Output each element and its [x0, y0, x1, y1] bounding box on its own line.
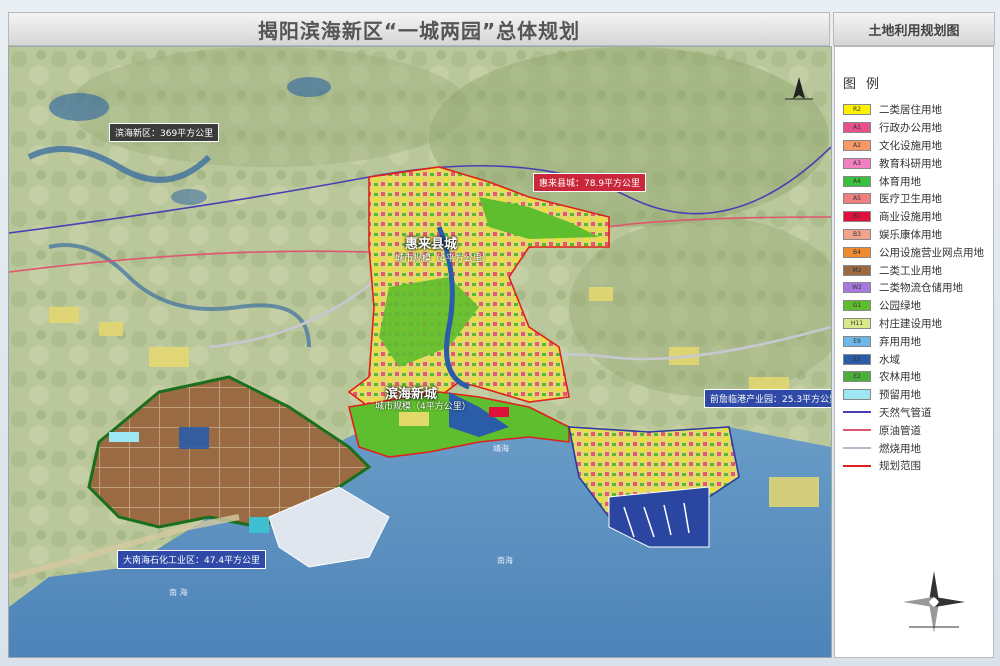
- legend-item: H11 村庄建设用地: [843, 315, 993, 333]
- legend-item: B1 商业设施用地: [843, 208, 993, 226]
- legend-item: E9 弃用用地: [843, 332, 993, 350]
- legend-code: A5: [853, 195, 861, 203]
- legend-code: R2: [853, 106, 861, 114]
- huilai-area-badge: 惠来县城：78.9平方公里: [533, 173, 647, 192]
- legend-color-swatch: E1: [843, 353, 871, 365]
- legend-item: 燃烧用地: [843, 439, 993, 457]
- legend-color-swatch: B1: [843, 211, 871, 223]
- legend-item: E2 农林用地: [843, 368, 993, 386]
- legend-color-swatch: E9: [843, 335, 871, 347]
- legend-title: 图例: [843, 77, 890, 92]
- legend-label: 行政办公用地: [879, 122, 942, 135]
- legend-code: A1: [853, 124, 861, 132]
- legend-item: B3 娱乐康体用地: [843, 226, 993, 244]
- legend-code: E1: [853, 355, 861, 363]
- legend-item: A4 体育用地: [843, 172, 993, 190]
- legend-color-swatch: E2: [843, 371, 871, 383]
- legend-label: 二类居住用地: [879, 104, 942, 117]
- legend-list: R2 二类居住用地 A1 行政办公用地 A2 文化设施用地 A3 教育科研用地 A4 体育用地 A5…: [843, 101, 993, 475]
- legend-label: 商业设施用地: [879, 211, 942, 224]
- legend-code: G1: [852, 302, 862, 310]
- legend-code: A4: [853, 177, 861, 185]
- legend-item: W2 二类物流仓储用地: [843, 279, 993, 297]
- legend-color-swatch: A2: [843, 139, 871, 151]
- legend-code: B1: [853, 213, 861, 221]
- legend-color-swatch: M2: [843, 264, 871, 276]
- legend-line-swatch: [843, 443, 871, 454]
- legend-color-swatch: H11: [843, 317, 871, 329]
- legend-label: 弃用用地: [879, 335, 921, 348]
- legend-code: B4: [853, 248, 861, 256]
- legend-item: E1 水域: [843, 350, 993, 368]
- legend-item: 天然气管道: [843, 404, 993, 422]
- legend-item: 规划范围: [843, 457, 993, 475]
- legend-color-swatch: G1: [843, 300, 871, 312]
- legend-label: 教育科研用地: [879, 157, 942, 170]
- legend-label: 天然气管道: [879, 406, 932, 419]
- legend-label: 规划范围: [879, 460, 921, 473]
- legend-color-swatch: A3: [843, 157, 871, 169]
- legend-label: 燃烧用地: [879, 442, 921, 455]
- legend-label: 农林用地: [879, 371, 921, 384]
- legend-code: A3: [853, 159, 861, 167]
- legend-item: B4 公用设施营业网点用地: [843, 243, 993, 261]
- legend-label: 预留用地: [879, 389, 921, 402]
- legend-label: 公园绿地: [879, 300, 921, 313]
- legend-label: 娱乐康体用地: [879, 228, 942, 241]
- legend-label: 二类工业用地: [879, 264, 942, 277]
- binhai-area-label: 城市规模（4平方公里）: [375, 402, 471, 412]
- dananhai-area-badge: 大南海石化工业区：47.4平方公里: [117, 550, 267, 569]
- compass-rose-icon: [903, 571, 965, 633]
- legend-code: E9: [853, 337, 861, 345]
- legend-color-swatch: [843, 389, 871, 401]
- legend-label: 医疗卫生用地: [879, 193, 942, 206]
- huicheng-area-label: 城市规模（4平方公里）: [395, 254, 491, 264]
- legend-color-swatch: A4: [843, 175, 871, 187]
- legend-item: R2 二类居住用地: [843, 101, 993, 119]
- legend-label: 二类物流仓储用地: [879, 282, 963, 295]
- legend-item: M2 二类工业用地: [843, 261, 993, 279]
- page-title: 揭阳滨海新区“一城两园”总体规划: [257, 18, 581, 43]
- legend-label: 原油管道: [879, 424, 921, 437]
- title-bar: 揭阳滨海新区“一城两园”总体规划: [8, 12, 830, 46]
- legend-label: 体育用地: [879, 175, 921, 188]
- legend-code: E2: [853, 373, 861, 381]
- legend-item: 原油管道: [843, 421, 993, 439]
- legend-color-swatch: A1: [843, 122, 871, 134]
- legend-color-swatch: R2: [843, 104, 871, 116]
- sea-label-c: 靖海: [493, 444, 509, 453]
- legend-label: 村庄建设用地: [879, 317, 942, 330]
- legend-item: A2 文化设施用地: [843, 137, 993, 155]
- legend-code: H11: [850, 319, 864, 327]
- subtitle-bar: 土地利用规划图: [833, 12, 995, 46]
- qianzhan-area-badge: 前詹临港产业园：25.3平方公里: [704, 389, 831, 408]
- legend-color-swatch: W2: [843, 282, 871, 294]
- legend-color-swatch: B4: [843, 246, 871, 258]
- legend-item: G1 公园绿地: [843, 297, 993, 315]
- map-canvas[interactable]: 滨海新区：369平方公里 惠来县城：78.9平方公里 前詹临港产业园：25.3平…: [8, 46, 832, 658]
- legend-label: 水域: [879, 353, 900, 366]
- legend-line-swatch: [843, 460, 871, 471]
- huicheng-label: 惠来县城: [405, 237, 458, 252]
- legend-panel: 图例 R2 二类居住用地 A1 行政办公用地 A2 文化设施用地 A3 教育科研用地 A4 体育用…: [834, 46, 994, 658]
- legend-label: 文化设施用地: [879, 139, 942, 152]
- legend-item: 预留用地: [843, 386, 993, 404]
- legend-code: A2: [853, 141, 861, 149]
- map-subtitle: 土地利用规划图: [868, 23, 960, 39]
- district-area-badge: 滨海新区：369平方公里: [109, 123, 220, 142]
- legend-item: A5 医疗卫生用地: [843, 190, 993, 208]
- legend-line-swatch: [843, 425, 871, 436]
- legend-item: A3 教育科研用地: [843, 154, 993, 172]
- legend-line-swatch: [843, 407, 871, 418]
- legend-color-swatch: B3: [843, 228, 871, 240]
- sea-label-a: 南海: [497, 556, 513, 565]
- legend-code: W2: [852, 284, 862, 292]
- legend-code: B3: [853, 230, 861, 238]
- sea-label-b: 南 海: [169, 588, 188, 597]
- legend-item: A1 行政办公用地: [843, 119, 993, 137]
- legend-label: 公用设施营业网点用地: [879, 246, 984, 259]
- legend-code: M2: [852, 266, 862, 274]
- legend-color-swatch: A5: [843, 193, 871, 205]
